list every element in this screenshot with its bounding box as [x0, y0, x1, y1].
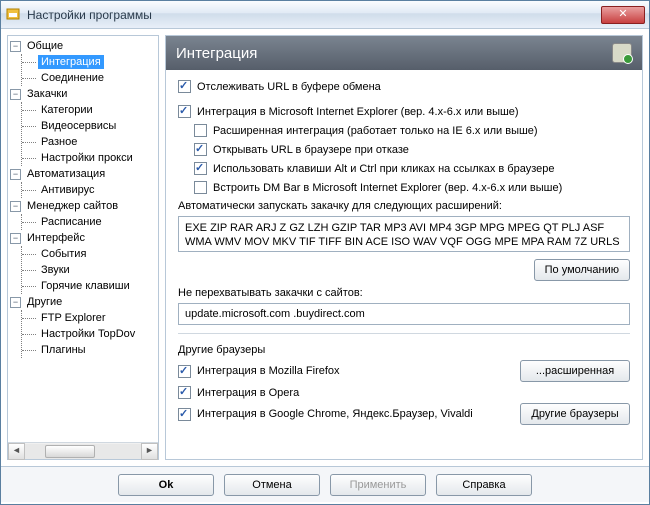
tree-proxy[interactable]: Настройки прокси [22, 150, 158, 166]
firefox-row[interactable]: Интеграция в Mozilla Firefox [178, 365, 340, 378]
tree-hotkeys[interactable]: Горячие клавиши [22, 278, 158, 294]
ie-dmbar-row[interactable]: Встроить DM Bar в Microsoft Internet Exp… [194, 181, 630, 194]
titlebar[interactable]: Настройки программы ✕ [1, 1, 649, 29]
settings-window: Настройки программы ✕ −Общие Интеграция … [0, 0, 650, 505]
scroll-left-icon[interactable]: ◄ [8, 443, 25, 460]
tree-sitemanager[interactable]: −Менеджер сайтов [8, 198, 158, 214]
tree-integration[interactable]: Интеграция [22, 54, 158, 70]
other-browsers-button[interactable]: Другие браузеры [520, 403, 630, 425]
monitor-clipboard-row[interactable]: Отслеживать URL в буфере обмена [178, 80, 630, 93]
tree-interface[interactable]: −Интерфейс [8, 230, 158, 246]
tree-connection[interactable]: Соединение [22, 70, 158, 86]
tree-panel: −Общие Интеграция Соединение −Закачки Ка… [7, 35, 159, 460]
minus-icon[interactable]: − [10, 201, 21, 212]
window-title: Настройки программы [27, 8, 601, 22]
skip-sites-input[interactable] [178, 303, 630, 325]
ie-integration-row[interactable]: Интеграция в Microsoft Internet Explorer… [178, 105, 630, 118]
ie-dmbar-label: Встроить DM Bar в Microsoft Internet Exp… [213, 182, 562, 194]
opera-row[interactable]: Интеграция в Opera [178, 386, 299, 399]
cancel-button[interactable]: Отмена [224, 474, 320, 496]
ie-altctrl-checkbox[interactable] [194, 162, 207, 175]
ok-button[interactable]: Ok [118, 474, 214, 496]
tree-videoservices[interactable]: Видеосервисы [22, 118, 158, 134]
chrome-checkbox[interactable] [178, 408, 191, 421]
minus-icon[interactable]: − [10, 89, 21, 100]
ie-advanced-label: Расширенная интеграция (работает только … [213, 125, 538, 137]
monitor-clipboard-checkbox[interactable] [178, 80, 191, 93]
help-button[interactable]: Справка [436, 474, 532, 496]
tree-schedule[interactable]: Расписание [22, 214, 158, 230]
scroll-track[interactable] [25, 444, 141, 459]
default-button[interactable]: По умолчанию [534, 259, 630, 281]
tree-other[interactable]: Разное [22, 134, 158, 150]
tree-downloads[interactable]: −Закачки [8, 86, 158, 102]
opera-label: Интеграция в Opera [197, 387, 299, 399]
tree-general[interactable]: −Общие [8, 38, 158, 54]
apply-button[interactable]: Применить [330, 474, 426, 496]
skip-label: Не перехватывать закачки с сайтов: [178, 287, 630, 299]
minus-icon[interactable]: − [10, 297, 21, 308]
footer: Ok Отмена Применить Справка [1, 466, 649, 502]
integration-icon [612, 43, 632, 63]
advanced-button[interactable]: ...расширенная [520, 360, 630, 382]
ie-dmbar-checkbox[interactable] [194, 181, 207, 194]
ie-altctrl-row[interactable]: Использовать клавиши Alt и Ctrl при клик… [194, 162, 630, 175]
settings-tree[interactable]: −Общие Интеграция Соединение −Закачки Ка… [8, 36, 158, 442]
other-browsers-title: Другие браузеры [178, 344, 630, 356]
content-body: Отслеживать URL в буфере обмена Интеграц… [166, 70, 642, 459]
tree-plugins[interactable]: Плагины [22, 342, 158, 358]
tree-automation[interactable]: −Автоматизация [8, 166, 158, 182]
scroll-right-icon[interactable]: ► [141, 443, 158, 460]
tree-topdov[interactable]: Настройки TopDov [22, 326, 158, 342]
minus-icon[interactable]: − [10, 233, 21, 244]
ie-altctrl-label: Использовать клавиши Alt и Ctrl при клик… [213, 163, 554, 175]
body: −Общие Интеграция Соединение −Закачки Ка… [1, 29, 649, 466]
ie-integration-label: Интеграция в Microsoft Internet Explorer… [197, 106, 519, 118]
panel-title: Интеграция [176, 45, 257, 62]
chrome-label: Интеграция в Google Chrome, Яндекс.Брауз… [197, 408, 473, 420]
tree-others[interactable]: −Другие [8, 294, 158, 310]
chrome-row[interactable]: Интеграция в Google Chrome, Яндекс.Брауз… [178, 408, 473, 421]
ie-openfail-checkbox[interactable] [194, 143, 207, 156]
tree-ftp[interactable]: FTP Explorer [22, 310, 158, 326]
monitor-clipboard-label: Отслеживать URL в буфере обмена [197, 81, 381, 93]
tree-scrollbar[interactable]: ◄ ► [8, 442, 158, 459]
close-button[interactable]: ✕ [601, 6, 645, 24]
auto-ext-label: Автоматически запускать закачку для след… [178, 200, 630, 212]
opera-checkbox[interactable] [178, 386, 191, 399]
tree-sounds[interactable]: Звуки [22, 262, 158, 278]
tree-categories[interactable]: Категории [22, 102, 158, 118]
divider [178, 333, 630, 334]
firefox-checkbox[interactable] [178, 365, 191, 378]
tree-events[interactable]: События [22, 246, 158, 262]
app-icon [5, 7, 21, 23]
content-panel: Интеграция Отслеживать URL в буфере обме… [165, 35, 643, 460]
ie-openfail-row[interactable]: Открывать URL в браузере при отказе [194, 143, 630, 156]
ie-integration-checkbox[interactable] [178, 105, 191, 118]
tree-antivirus[interactable]: Антивирус [22, 182, 158, 198]
ie-openfail-label: Открывать URL в браузере при отказе [213, 144, 409, 156]
ie-advanced-row[interactable]: Расширенная интеграция (работает только … [194, 124, 630, 137]
minus-icon[interactable]: − [10, 41, 21, 52]
scroll-thumb[interactable] [45, 445, 95, 458]
minus-icon[interactable]: − [10, 169, 21, 180]
content-header: Интеграция [166, 36, 642, 70]
firefox-label: Интеграция в Mozilla Firefox [197, 365, 340, 377]
extensions-input[interactable] [178, 216, 630, 252]
ie-advanced-checkbox[interactable] [194, 124, 207, 137]
